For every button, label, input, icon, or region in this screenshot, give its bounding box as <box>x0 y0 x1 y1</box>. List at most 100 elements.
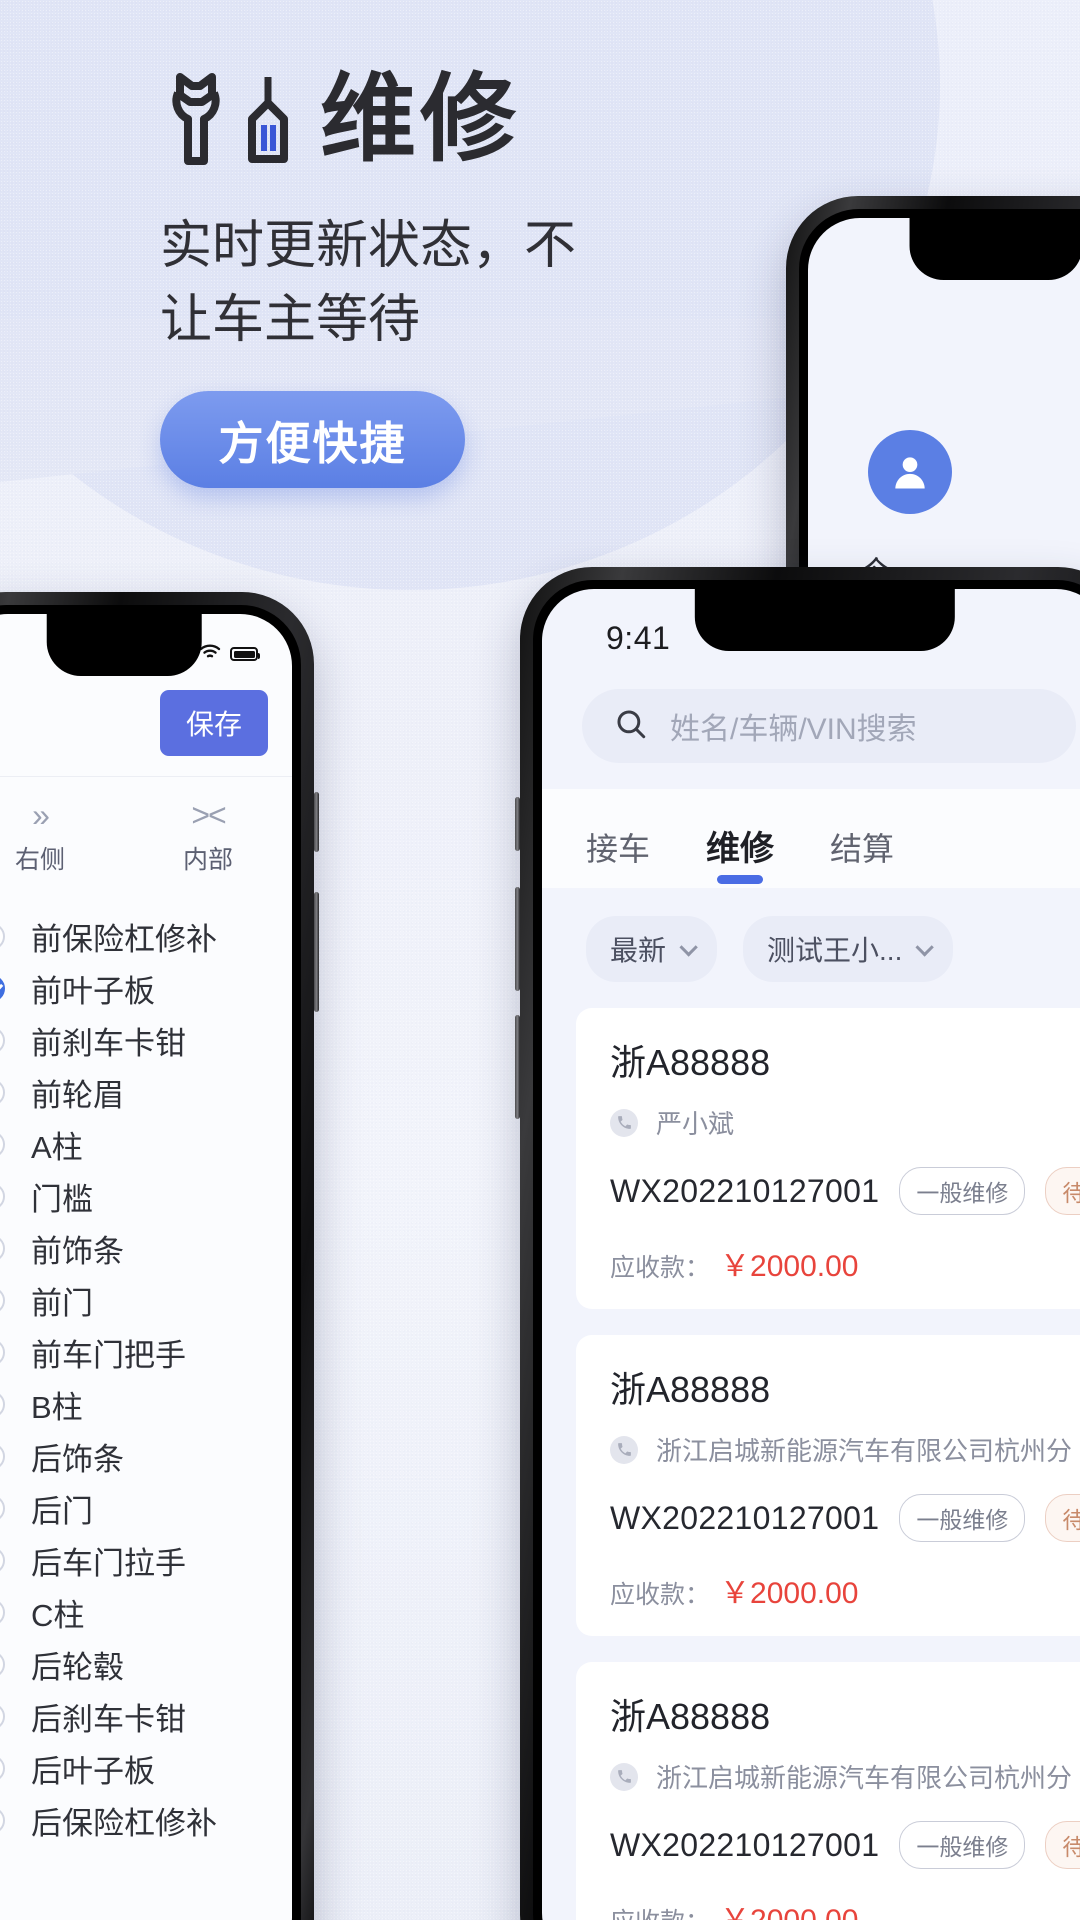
job-payment-value: ￥2000.00 <box>720 1895 858 1920</box>
search-bar[interactable]: 姓名/车辆/VIN搜索 <box>582 689 1076 763</box>
checklist-item[interactable]: 后轮毂 <box>0 1638 292 1690</box>
phone-icon[interactable] <box>610 1435 638 1464</box>
checklist-item[interactable]: 后车门拉手 <box>0 1534 292 1586</box>
checklist-item[interactable]: 前门 <box>0 1274 292 1326</box>
checkbox-unchecked-icon[interactable] <box>0 1078 5 1106</box>
checklist-item[interactable]: 后叶子板 <box>0 1742 292 1794</box>
segment-item-interior[interactable]: >< 内部 <box>124 799 292 876</box>
checklist-item-label: 前车门把手 <box>31 1337 186 1373</box>
tab-item[interactable]: 结算 <box>830 824 894 888</box>
search-placeholder-text: 姓名/车辆/VIN搜索 <box>670 713 917 746</box>
checkbox-unchecked-icon[interactable] <box>0 1702 5 1730</box>
phone-screen-left: 释 保存 » 右侧 >< 内部 前保险杠修补前叶子板前刹车卡钳前轮眉 A柱门槛前饰… <box>0 614 292 1920</box>
filter-chip[interactable]: 最新 <box>586 916 718 982</box>
filter-chip-label: 最新 <box>610 935 667 966</box>
checklist-item[interactable]: 后保险杠修补 <box>0 1794 292 1846</box>
checkbox-unchecked-icon[interactable] <box>0 1754 5 1782</box>
status-bar-time: 9:41 <box>606 620 671 656</box>
job-owner-name: 严小斌 <box>656 1109 735 1139</box>
screwdriver-icon <box>242 75 294 167</box>
checklist-item[interactable]: 后饰条 <box>0 1430 292 1482</box>
cta-button-label: 方便快捷 <box>218 418 407 469</box>
checklist-item[interactable]: 前保险杠修补 <box>0 910 292 962</box>
job-payment-row: 应收款： ￥2000.00 <box>610 1895 1080 1920</box>
chevron-down-icon <box>679 937 698 957</box>
checkbox-unchecked-icon[interactable] <box>0 1442 5 1470</box>
checklist-item[interactable]: 前车门把手 <box>0 1326 292 1378</box>
phone-side-button-left[interactable] <box>314 792 319 852</box>
job-card[interactable]: 浙A88888 浙江启城新能源汽车有限公司杭州分 WX202210127001 一般维… <box>576 1335 1080 1636</box>
left-phone-topbar: 释 保存 <box>0 676 292 777</box>
checkbox-unchecked-icon[interactable] <box>0 1806 5 1834</box>
status-badge: 一般维修 <box>899 1494 1026 1542</box>
arrows-collapse-icon: >< <box>191 797 226 833</box>
tab-item[interactable]: 接车 <box>586 824 650 888</box>
checklist-item[interactable]: A柱 <box>0 1118 292 1170</box>
checkbox-unchecked-icon[interactable] <box>0 1338 5 1366</box>
phone-side-button-left-2[interactable] <box>314 892 319 1012</box>
checklist-item-label: 后轮毂 <box>31 1649 124 1685</box>
filter-chip-label: 测试王小... <box>767 935 903 966</box>
checklist-item-label: 前饰条 <box>31 1233 124 1269</box>
checklist-item[interactable]: 前刹车卡钳 <box>0 1014 292 1066</box>
phone-icon[interactable] <box>610 1762 638 1791</box>
checkbox-unchecked-icon[interactable] <box>0 1494 5 1522</box>
tab-bar: 接车 维修 结算 <box>542 789 1080 888</box>
checkbox-unchecked-icon[interactable] <box>0 1650 5 1678</box>
phone-side-button-right-1[interactable] <box>515 797 520 851</box>
checkbox-unchecked-icon[interactable] <box>0 1026 5 1054</box>
job-card[interactable]: 浙A88888 浙江启城新能源汽车有限公司杭州分 WX202210127001 一般维… <box>576 1662 1080 1920</box>
checkbox-unchecked-icon[interactable] <box>0 1182 5 1210</box>
job-payment-row: 应收款： ￥2000.00 <box>610 1241 1080 1285</box>
checklist-item[interactable]: 前轮眉 <box>0 1066 292 1118</box>
phone-side-button-right-3[interactable] <box>515 1015 520 1119</box>
job-payment-value: ￥2000.00 <box>720 1577 859 1610</box>
tab-active[interactable]: 维修 <box>706 821 774 888</box>
checkbox-unchecked-icon[interactable] <box>0 1390 5 1418</box>
checklist-item[interactable]: 前叶子板 <box>0 962 292 1014</box>
filter-bar: 最新 测试王小... <box>542 888 1080 982</box>
checkbox-unchecked-icon[interactable] <box>0 1598 5 1626</box>
segment-item-right-side[interactable]: » 右侧 <box>0 799 124 876</box>
wrench-icon <box>160 73 232 167</box>
phone-notch-top-right <box>909 218 1080 280</box>
checklist-item[interactable]: C柱 <box>0 1586 292 1638</box>
phone-side-button-right-2[interactable] <box>515 887 520 991</box>
battery-icon <box>230 647 260 661</box>
checklist-item-label: 前刹车卡钳 <box>31 1025 186 1061</box>
checklist-item-label: 后刹车卡钳 <box>31 1701 186 1737</box>
checkbox-unchecked-icon[interactable] <box>0 922 5 950</box>
hero-icon-group <box>160 73 294 167</box>
job-card[interactable]: 浙A88888 严小斌 WX202210127001 一般维修待应收款： ￥2000.0… <box>576 1008 1080 1309</box>
hero-subtitle: 实时更新状态，不让车主等待 <box>160 217 577 349</box>
checklist-item-label: 后叶子板 <box>31 1753 155 1789</box>
phone-icon[interactable] <box>610 1108 638 1137</box>
checklist-item[interactable]: 门槛 <box>0 1170 292 1222</box>
checklist-item-label: 前保险杠修补 <box>31 921 217 957</box>
checklist-item[interactable]: B柱 <box>0 1378 292 1430</box>
search-icon <box>614 707 648 746</box>
phone-notch-right <box>694 589 956 651</box>
checkbox-unchecked-icon[interactable] <box>0 1286 5 1314</box>
checklist-item-label: A柱 <box>31 1129 83 1165</box>
checkbox-checked-icon[interactable] <box>0 974 5 1002</box>
checkbox-unchecked-icon[interactable] <box>0 1130 5 1158</box>
phone-bezel-right: 9:41 姓名/车辆/VIN搜索 接车 维修 结算 最新 测试王小... 浙A8888… <box>533 580 1080 1920</box>
save-button[interactable]: 保存 <box>159 690 268 756</box>
cta-button[interactable]: 方便快捷 <box>160 391 465 488</box>
checklist-item[interactable]: 后刹车卡钳 <box>0 1690 292 1742</box>
checklist-item[interactable]: 后门 <box>0 1482 292 1534</box>
checklist-item-label: 后车门拉手 <box>31 1545 186 1581</box>
page-title: 维修 <box>320 66 520 173</box>
checkbox-unchecked-icon[interactable] <box>0 1546 5 1574</box>
chevron-down-icon <box>915 937 935 957</box>
user-avatar-icon[interactable] <box>868 430 952 514</box>
job-owner-row: 浙江启城新能源汽车有限公司杭州分 <box>610 1758 1080 1795</box>
tab-label: 维修 <box>706 830 775 868</box>
status-badge: 一般维修 <box>899 1167 1026 1215</box>
checkbox-unchecked-icon[interactable] <box>0 1234 5 1262</box>
job-owner-row: 严小斌 <box>610 1104 1080 1141</box>
job-plate-number: 浙A88888 <box>610 1042 771 1083</box>
filter-chip[interactable]: 测试王小... <box>743 916 954 982</box>
checklist-item[interactable]: 前饰条 <box>0 1222 292 1274</box>
